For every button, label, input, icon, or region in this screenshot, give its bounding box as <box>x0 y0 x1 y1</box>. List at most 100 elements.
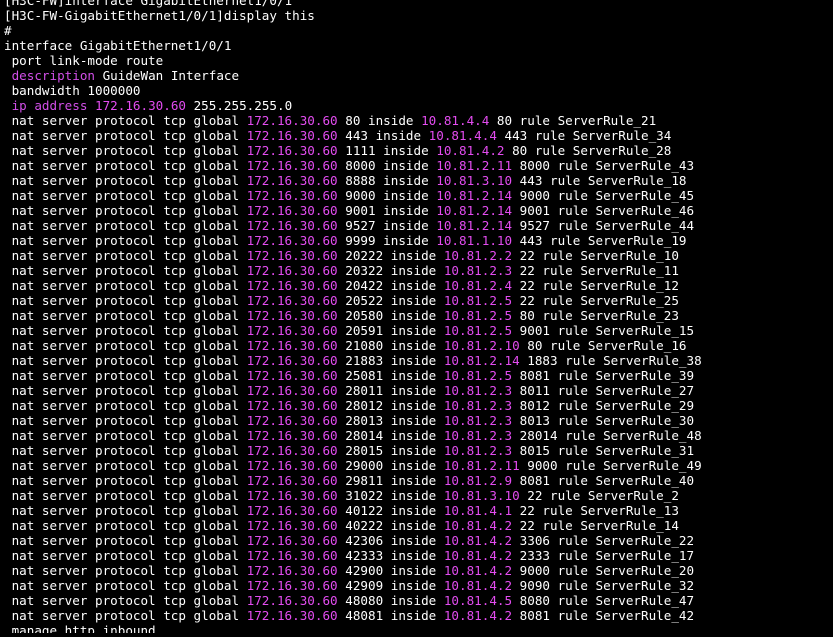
rule-name: ServerRule_12 <box>580 278 679 293</box>
inside-port: 8080 <box>519 593 551 608</box>
inside-ip: 10.81.2.5 <box>443 323 513 338</box>
nat-prefix: nat server protocol tcp global <box>4 158 247 173</box>
nat-rule-line: nat server protocol tcp global 172.16.30… <box>4 173 687 188</box>
inside-ip: 10.81.2.2 <box>443 248 513 263</box>
inside-port: 9000 <box>527 458 558 473</box>
inside-ip: 10.81.4.5 <box>443 593 513 608</box>
terminal-window[interactable]: [H3C-FW]interface GigabitEthernet1/0/1 [… <box>0 0 833 637</box>
global-port: 28013 <box>345 413 384 428</box>
rule-name: ServerRule_21 <box>557 113 657 128</box>
nat-rule-line: nat server protocol tcp global 172.16.30… <box>4 308 679 323</box>
rule-name: ServerRule_30 <box>595 413 695 428</box>
ip-mask: 255.255.255.0 <box>186 98 293 113</box>
inside-port: 3306 <box>519 533 551 548</box>
rule-name: ServerRule_17 <box>595 548 695 563</box>
inside-port: 22 <box>519 263 535 278</box>
nat-prefix: nat server protocol tcp global <box>4 383 247 398</box>
inside-ip: 10.81.4.4 <box>428 128 497 143</box>
global-ip: 172.16.30.60 <box>246 218 338 233</box>
inside-port: 443 <box>504 128 528 143</box>
nat-prefix: nat server protocol tcp global <box>4 188 247 203</box>
nat-prefix: nat server protocol tcp global <box>4 533 247 548</box>
rule-name: ServerRule_39 <box>595 368 695 383</box>
nat-rule-line: nat server protocol tcp global 172.16.30… <box>4 263 679 278</box>
bandwidth-line: bandwidth 1000000 <box>4 83 141 98</box>
global-ip: 172.16.30.60 <box>246 338 338 353</box>
rule-name: ServerRule_25 <box>580 293 679 308</box>
rule-name: ServerRule_34 <box>572 128 672 143</box>
inside-ip: 10.81.2.14 <box>436 218 513 233</box>
inside-port: 80 <box>527 338 543 353</box>
nat-prefix: nat server protocol tcp global <box>4 128 247 143</box>
inside-port: 9527 <box>519 218 551 233</box>
global-ip: 172.16.30.60 <box>246 188 338 203</box>
global-port: 80 <box>345 113 361 128</box>
rule-name: ServerRule_38 <box>603 353 702 368</box>
nat-prefix: nat server protocol tcp global <box>4 233 247 248</box>
global-port: 443 <box>345 128 368 143</box>
nat-prefix: nat server protocol tcp global <box>4 413 247 428</box>
inside-port: 80 <box>496 113 513 128</box>
inside-port: 9001 <box>519 203 551 218</box>
nat-prefix: nat server protocol tcp global <box>4 278 247 293</box>
port-mode-line: port link-mode route <box>4 53 164 68</box>
nat-rule-line: nat server protocol tcp global 172.16.30… <box>4 338 687 353</box>
nat-rule-line: nat server protocol tcp global 172.16.30… <box>4 158 695 173</box>
partial-command-line: [H3C-FW]interface GigabitEthernet1/0/1 <box>4 0 293 8</box>
ip-address-line: ip address 172.16.30.60 255.255.255.0 <box>4 98 833 113</box>
global-ip: 172.16.30.60 <box>246 248 338 263</box>
global-ip: 172.16.30.60 <box>246 173 338 188</box>
inside-port: 9000 <box>519 563 551 578</box>
rule-name: ServerRule_32 <box>595 578 695 593</box>
nat-rule-line: nat server protocol tcp global 172.16.30… <box>4 608 695 623</box>
nat-prefix: nat server protocol tcp global <box>4 323 247 338</box>
nat-rule-line: nat server protocol tcp global 172.16.30… <box>4 578 695 593</box>
global-ip: 172.16.30.60 <box>246 233 338 248</box>
inside-ip: 10.81.2.5 <box>443 308 513 323</box>
inside-ip: 10.81.2.14 <box>443 353 520 368</box>
inside-port: 8013 <box>519 413 551 428</box>
global-ip: 172.16.30.60 <box>246 458 338 473</box>
inside-ip: 10.81.2.11 <box>436 158 513 173</box>
global-ip: 172.16.30.60 <box>246 608 338 623</box>
global-port: 28012 <box>345 398 384 413</box>
nat-rule-line: nat server protocol tcp global 172.16.30… <box>4 218 695 233</box>
inside-ip: 10.81.4.2 <box>443 608 513 623</box>
global-ip: 172.16.30.60 <box>246 563 338 578</box>
nat-rule-line: nat server protocol tcp global 172.16.30… <box>4 188 695 203</box>
global-port: 42306 <box>345 533 384 548</box>
rule-name: ServerRule_19 <box>587 233 687 248</box>
inside-ip: 10.81.4.2 <box>443 533 513 548</box>
nat-prefix: nat server protocol tcp global <box>4 428 247 443</box>
rule-name: ServerRule_43 <box>595 158 695 173</box>
nat-prefix: nat server protocol tcp global <box>4 563 247 578</box>
global-ip: 172.16.30.60 <box>246 368 338 383</box>
nat-rule-line: nat server protocol tcp global 172.16.30… <box>4 353 702 368</box>
inside-port: 1883 <box>527 353 558 368</box>
rule-name: ServerRule_42 <box>595 608 695 623</box>
global-port: 9000 <box>345 188 376 203</box>
nat-rule-line: nat server protocol tcp global 172.16.30… <box>4 413 695 428</box>
nat-prefix: nat server protocol tcp global <box>4 368 247 383</box>
global-port: 42333 <box>345 548 384 563</box>
inside-port: 443 <box>519 173 543 188</box>
nat-prefix: nat server protocol tcp global <box>4 503 247 518</box>
global-ip: 172.16.30.60 <box>246 293 338 308</box>
nat-rule-line: nat server protocol tcp global 172.16.30… <box>4 593 695 608</box>
global-ip: 172.16.30.60 <box>246 308 338 323</box>
inside-port: 22 <box>519 248 535 263</box>
global-ip: 172.16.30.60 <box>246 353 338 368</box>
nat-prefix: nat server protocol tcp global <box>4 203 247 218</box>
nat-rule-line: nat server protocol tcp global 172.16.30… <box>4 323 695 338</box>
nat-rule-line: nat server protocol tcp global 172.16.30… <box>4 293 679 308</box>
global-ip: 172.16.30.60 <box>246 428 338 443</box>
global-ip: 172.16.30.60 <box>246 488 338 503</box>
nat-rule-line: nat server protocol tcp global 172.16.30… <box>4 428 702 443</box>
global-ip: 172.16.30.60 <box>246 473 338 488</box>
nat-rule-line: nat server protocol tcp global 172.16.30… <box>4 113 657 128</box>
global-port: 29000 <box>345 458 384 473</box>
inside-ip: 10.81.2.14 <box>436 188 513 203</box>
nat-prefix: nat server protocol tcp global <box>4 458 247 473</box>
inside-port: 22 <box>519 278 535 293</box>
nat-rule-line: nat server protocol tcp global 172.16.30… <box>4 203 695 218</box>
